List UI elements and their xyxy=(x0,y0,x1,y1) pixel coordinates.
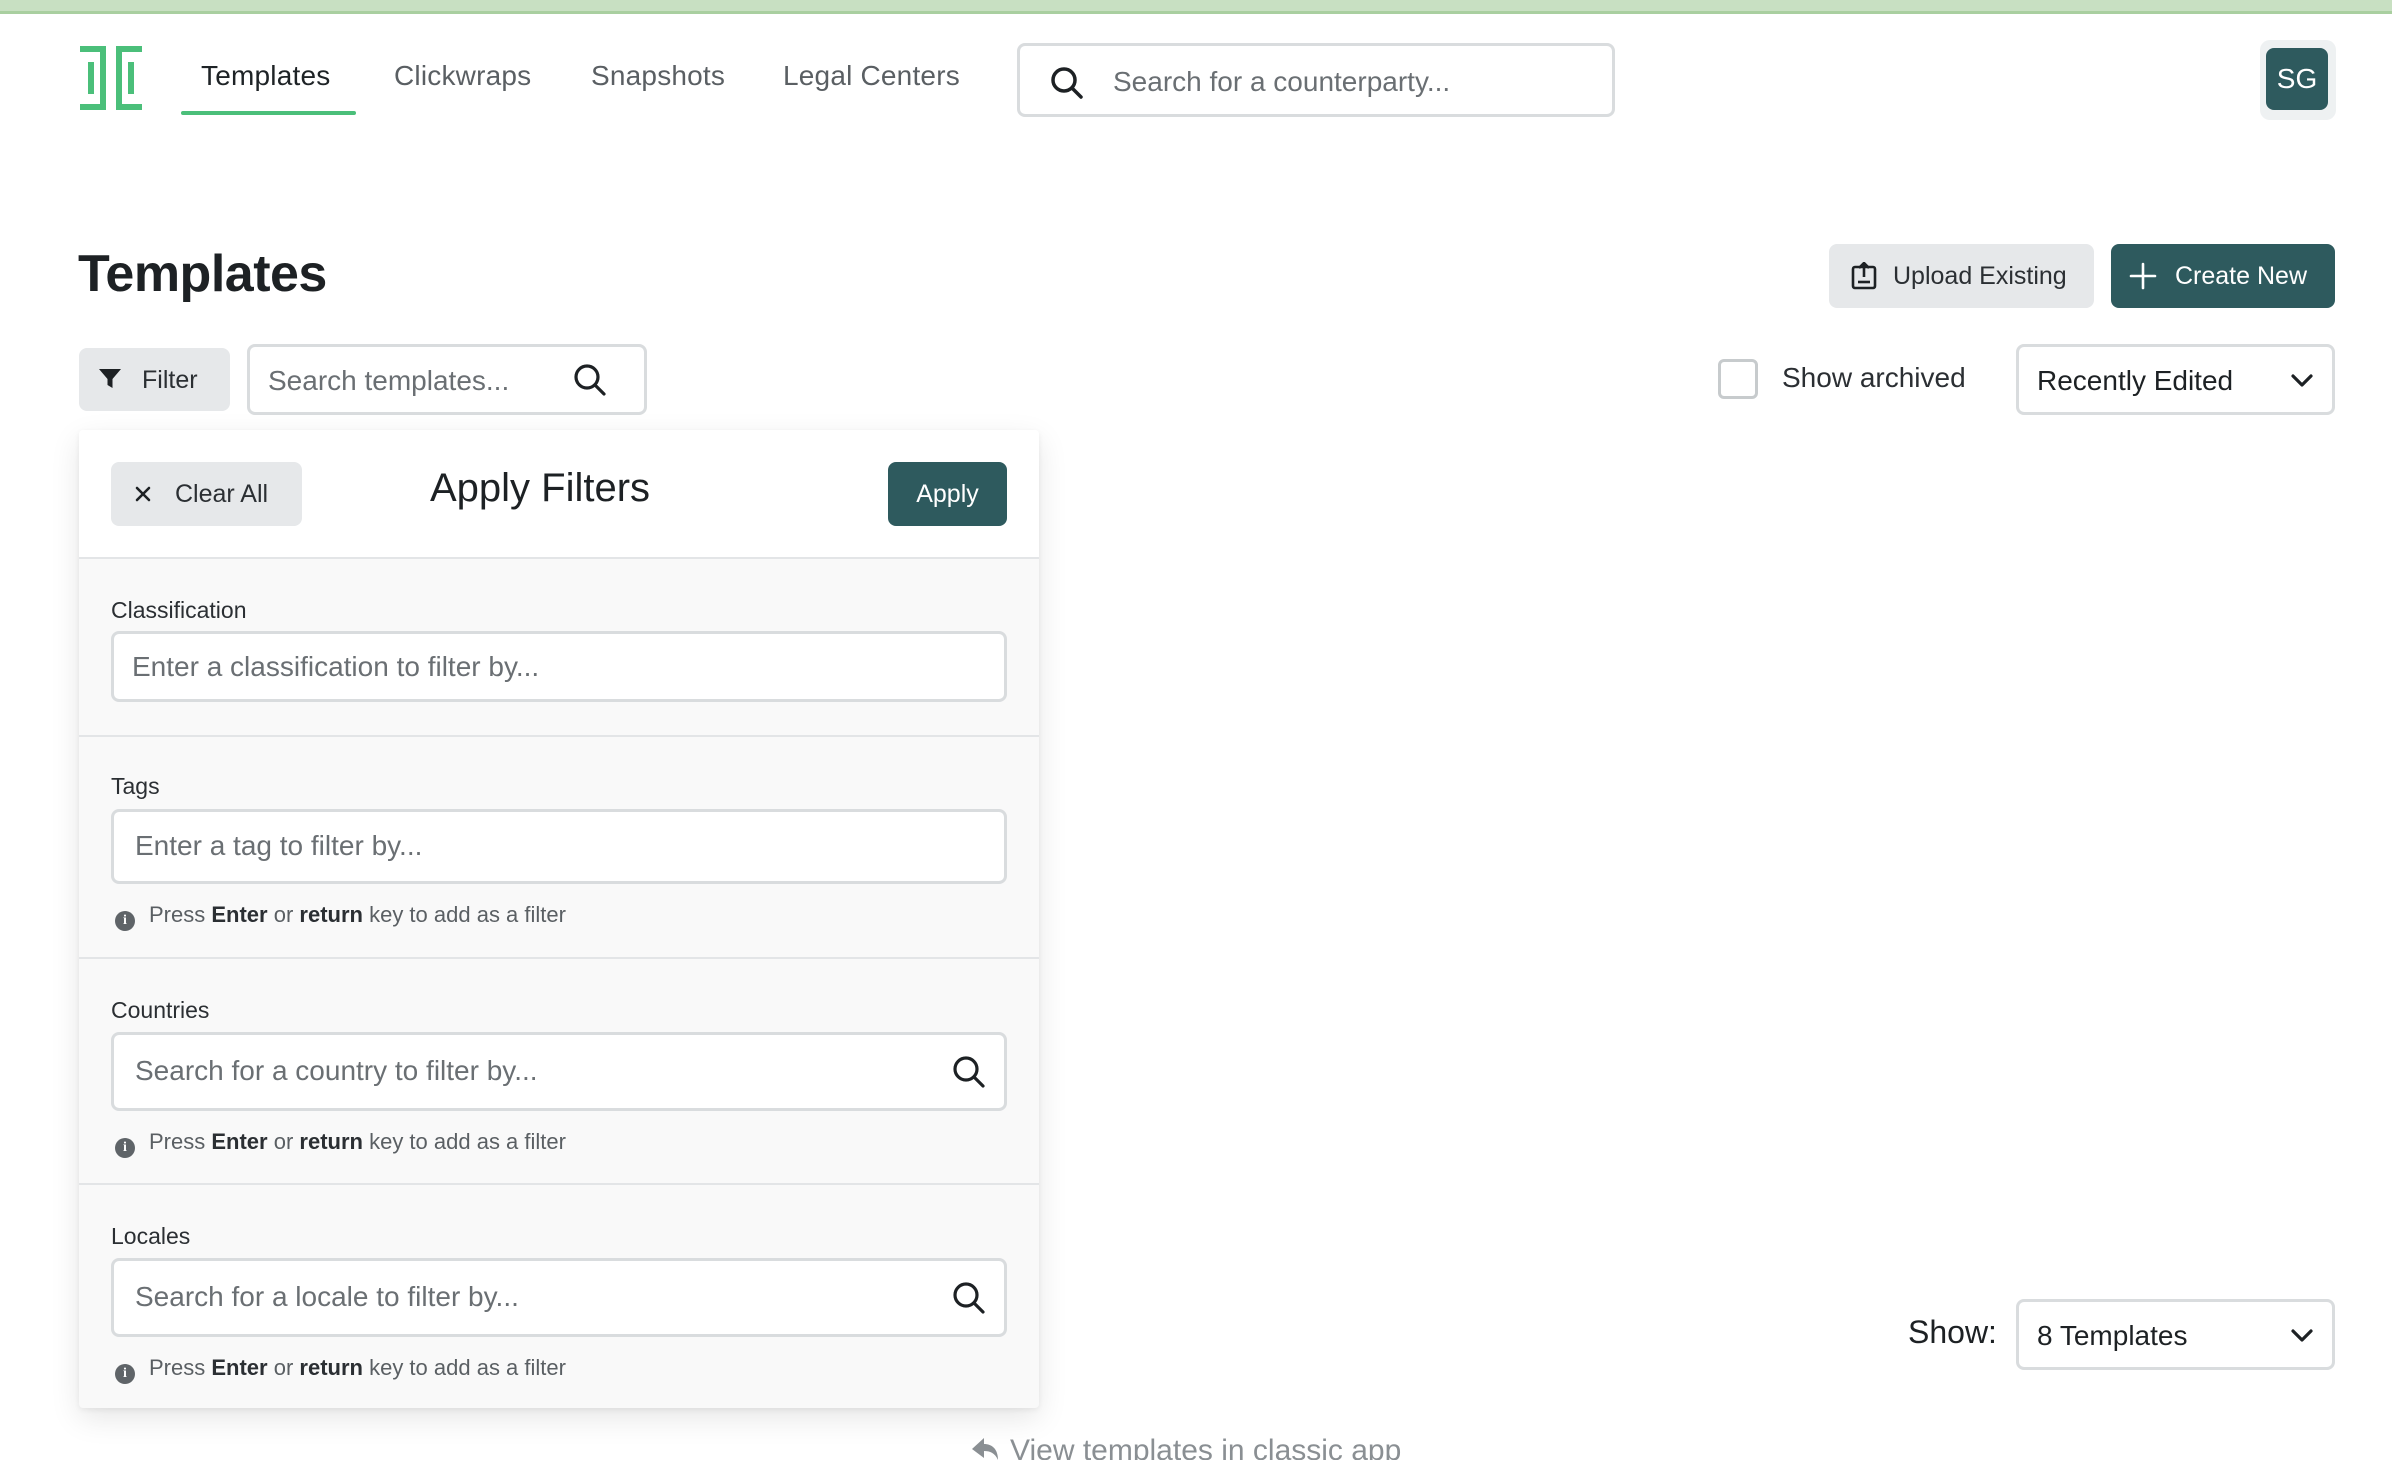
clear-all-button[interactable]: Clear All xyxy=(111,462,302,526)
logo-icon[interactable] xyxy=(80,46,142,110)
page-size-label: Show: xyxy=(1908,1314,1997,1350)
locales-label: Locales xyxy=(111,1223,191,1249)
chevron-down-icon xyxy=(2291,374,2313,387)
page-title: Templates xyxy=(78,245,327,303)
countries-label: Countries xyxy=(111,997,210,1023)
arrow-back-icon xyxy=(972,1438,998,1460)
classification-input[interactable]: Enter a classification to filter by... xyxy=(111,631,1007,702)
user-menu[interactable]: SG xyxy=(2260,40,2336,120)
countries-section: Countries Search for a country to filter… xyxy=(79,959,1039,1185)
countries-hint: i Press Enter or return key to add as a f… xyxy=(115,1129,566,1158)
filter-panel-header: Clear All Apply Filters Apply xyxy=(79,430,1039,559)
locales-hint: i Press Enter or return key to add as a f… xyxy=(115,1355,566,1384)
close-icon xyxy=(135,486,151,502)
classic-app-link[interactable]: View templates in classic app xyxy=(970,1434,1401,1460)
active-tab-indicator xyxy=(181,111,356,115)
template-search-placeholder: Search templates... xyxy=(268,365,510,396)
show-archived-label[interactable]: Show archived xyxy=(1782,362,1966,394)
classification-label: Classification xyxy=(111,597,247,623)
locales-placeholder: Search for a locale to filter by... xyxy=(135,1281,519,1312)
classification-section: Classification Enter a classification to… xyxy=(79,559,1039,737)
tags-input[interactable]: Enter a tag to filter by... xyxy=(111,809,1007,884)
show-archived-checkbox[interactable] xyxy=(1718,359,1758,399)
filter-button[interactable]: Filter xyxy=(79,348,230,411)
classification-placeholder: Enter a classification to filter by... xyxy=(132,651,540,682)
search-icon[interactable] xyxy=(573,363,607,397)
filter-panel-title: Apply Filters xyxy=(430,466,651,510)
page-size-dropdown[interactable]: 8 Templates xyxy=(2016,1299,2335,1370)
info-icon: i xyxy=(115,1138,135,1158)
tags-placeholder: Enter a tag to filter by... xyxy=(135,830,423,861)
tab-templates[interactable]: Templates xyxy=(201,60,330,92)
sort-dropdown[interactable]: Recently Edited xyxy=(2016,344,2335,415)
upload-icon xyxy=(1851,262,1877,290)
info-icon: i xyxy=(115,1364,135,1384)
tags-section: Tags Enter a tag to filter by... i Press … xyxy=(79,737,1039,959)
sort-value: Recently Edited xyxy=(2037,365,2234,396)
filter-label: Filter xyxy=(142,366,198,394)
app-header: Templates Clickwraps Snapshots Legal Cen… xyxy=(0,14,2392,144)
upload-existing-label: Upload Existing xyxy=(1893,262,2067,290)
tags-label: Tags xyxy=(111,773,160,799)
tab-clickwraps[interactable]: Clickwraps xyxy=(394,60,531,92)
info-icon: i xyxy=(115,911,135,931)
apply-button[interactable]: Apply xyxy=(888,462,1007,526)
locales-search-input[interactable]: Search for a locale to filter by... xyxy=(111,1258,1007,1337)
top-accent-bar xyxy=(0,0,2392,14)
tags-hint: i Press Enter or return key to add as a f… xyxy=(115,902,566,931)
filter-panel: Clear All Apply Filters Apply Classifica… xyxy=(79,430,1039,1408)
tab-legal-centers[interactable]: Legal Centers xyxy=(783,60,960,92)
countries-search-input[interactable]: Search for a country to filter by... xyxy=(111,1032,1007,1111)
page-size-value: 8 Templates xyxy=(2037,1320,2188,1351)
chevron-down-icon xyxy=(2291,1329,2313,1342)
upload-existing-button[interactable]: Upload Existing xyxy=(1829,244,2094,308)
clear-all-label: Clear All xyxy=(175,480,269,508)
search-icon xyxy=(1051,67,1083,99)
template-search-input[interactable]: Search templates... xyxy=(247,344,647,415)
locales-section: Locales Search for a locale to filter by… xyxy=(79,1185,1039,1408)
counterparty-search-input[interactable]: Search for a counterparty... xyxy=(1017,43,1615,117)
create-new-label: Create New xyxy=(2175,262,2307,290)
classic-app-link-label[interactable]: View templates in classic app xyxy=(1010,1434,1401,1460)
search-icon[interactable] xyxy=(952,1055,986,1089)
filter-funnel-icon xyxy=(99,369,121,388)
apply-label: Apply xyxy=(916,480,979,508)
plus-icon xyxy=(2129,262,2157,290)
tab-snapshots[interactable]: Snapshots xyxy=(591,60,725,92)
avatar[interactable]: SG xyxy=(2266,48,2328,110)
counterparty-search-placeholder: Search for a counterparty... xyxy=(1113,66,1451,97)
countries-placeholder: Search for a country to filter by... xyxy=(135,1055,538,1086)
create-new-button[interactable]: Create New xyxy=(2111,244,2335,308)
search-icon[interactable] xyxy=(952,1281,986,1315)
